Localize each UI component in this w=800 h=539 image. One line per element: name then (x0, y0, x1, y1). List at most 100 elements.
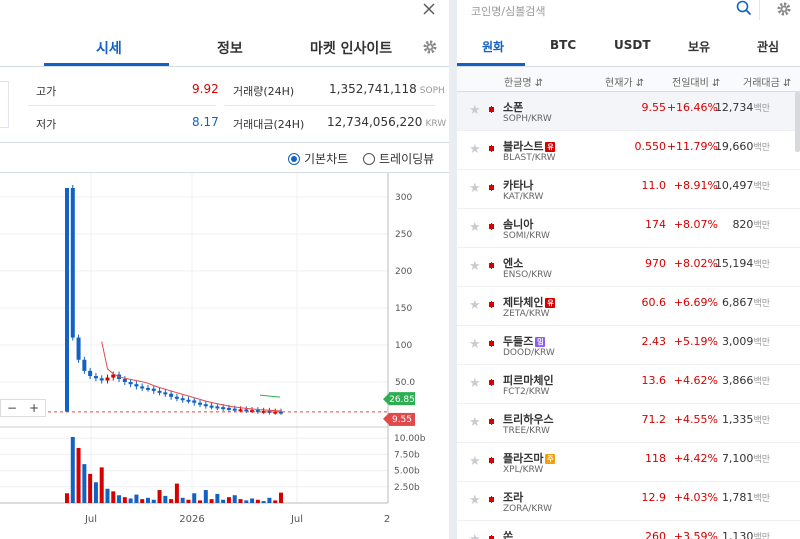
active-tab-indicator (44, 63, 169, 66)
favorite-star-icon[interactable]: ★ (469, 532, 481, 539)
coin-row[interactable]: ★ 솜니아 SOMI/KRW 174 +8.07% 820백만 (457, 209, 800, 248)
list-settings-button[interactable] (776, 1, 792, 21)
volume-tick-label: 10.00b (394, 434, 426, 444)
favorite-star-icon[interactable]: ★ (469, 142, 481, 157)
tab-btc[interactable]: BTC (550, 38, 576, 52)
coin-price: 118 (645, 452, 666, 465)
chart-mode-tradingview[interactable]: 트레이딩뷰 (363, 150, 434, 167)
settings-button[interactable] (422, 39, 438, 59)
gear-icon (777, 2, 791, 16)
volume-bar (238, 499, 243, 503)
coin-symbol: ZETA/KRW (503, 309, 550, 319)
price-chart[interactable]: 300 250 200 150 100 50.0 10.00b 7.50b 5.00b 2.50b… (0, 172, 449, 539)
volume-bar (209, 499, 214, 503)
radio-selected-icon (288, 152, 300, 165)
candle (192, 400, 197, 403)
volume-bar (169, 499, 174, 503)
coin-badge: 유 (545, 298, 556, 308)
coin-change: +6.69% (673, 296, 718, 309)
mini-candle-icon (489, 106, 494, 113)
candle (99, 378, 104, 381)
close-button[interactable] (420, 0, 438, 18)
coin-volume-unit: 백만 (753, 494, 770, 504)
coin-change: +8.91% (673, 179, 718, 192)
header-change[interactable]: 전일대비 ⇵ (672, 74, 720, 89)
high-label: 고가 (36, 85, 57, 98)
volume-bar (134, 494, 139, 503)
search-input[interactable] (469, 2, 733, 20)
coin-symbol: BLAST/KRW (503, 153, 556, 163)
coin-row[interactable]: ★ 블라스트 유 BLAST/KRW 0.550 +11.79% 19,660백만 (457, 131, 800, 170)
tab-krw[interactable]: 원화 (482, 38, 504, 55)
volume-bar (76, 447, 81, 503)
coin-symbol: KAT/KRW (503, 192, 544, 202)
header-volume[interactable]: 거래대금 ⇵ (743, 74, 791, 89)
zoom-in-button[interactable]: + (23, 400, 45, 416)
coin-row[interactable]: ★ 조라 ZORA/KRW 12.9 +4.03% 1,781백만 (457, 482, 800, 521)
coin-change: +4.62% (673, 374, 718, 387)
favorite-star-icon[interactable]: ★ (469, 493, 481, 508)
mini-candle-icon (489, 145, 494, 152)
candle (105, 377, 110, 381)
coin-badge: 주 (545, 454, 556, 464)
mini-candle-icon (489, 457, 494, 464)
candle (169, 393, 174, 397)
mini-candle-icon (489, 496, 494, 503)
time-tick-label: Jul (84, 514, 97, 525)
scrollbar[interactable] (795, 92, 800, 152)
coin-volume: 10,497 (714, 179, 754, 192)
volume-bar (174, 483, 179, 503)
favorite-star-icon[interactable]: ★ (469, 376, 481, 391)
favorite-star-icon[interactable]: ★ (469, 220, 481, 235)
coin-change: +16.46% (666, 101, 718, 114)
radio-unselected-icon (363, 152, 375, 165)
coin-volume-unit: 백만 (753, 338, 770, 348)
header-name[interactable]: 한글명 ⇵ (504, 74, 543, 89)
favorite-star-icon[interactable]: ★ (469, 103, 481, 118)
coin-row[interactable]: ★ 소폰 SOPH/KRW 9.55 +16.46% 12,734백만 (457, 92, 800, 131)
volume-bar (255, 499, 260, 503)
volume-bar (273, 500, 278, 503)
coin-row[interactable]: ★ 카타나 KAT/KRW 11.0 +8.91% 10,497백만 (457, 170, 800, 209)
search-button[interactable] (736, 0, 752, 20)
coin-row[interactable]: ★ 제타체인 유 ZETA/KRW 60.6 +6.69% 6,867백만 (457, 287, 800, 326)
favorite-star-icon[interactable]: ★ (469, 298, 481, 313)
tab-market-insight[interactable]: 마켓 인사이트 (310, 38, 392, 58)
volume-bar (192, 493, 197, 503)
candle (238, 409, 243, 412)
zoom-out-button[interactable]: − (1, 400, 23, 416)
coin-volume-unit: 백만 (753, 104, 770, 114)
tab-info[interactable]: 정보 (217, 38, 243, 58)
price-tick-label: 200 (395, 267, 412, 277)
tab-favorites[interactable]: 관심 (757, 38, 779, 55)
candle (186, 399, 191, 402)
price-chart-svg[interactable]: 300 250 200 150 100 50.0 10.00b 7.50b 5.00b 2.50b… (0, 173, 449, 539)
volume-bar (203, 490, 208, 503)
coin-row[interactable]: ★ 엔소 ENSO/KRW 970 +8.02% 15,194백만 (457, 248, 800, 287)
favorite-star-icon[interactable]: ★ (469, 454, 481, 469)
coin-volume: 12,734 (714, 101, 754, 114)
coin-name: 트리하우스 (503, 413, 554, 426)
favorite-star-icon[interactable]: ★ (469, 415, 481, 430)
coin-row[interactable]: ★ 플라즈마 주 XPL/KRW 118 +4.42% 7,100백만 (457, 443, 800, 482)
tab-usdt[interactable]: USDT (614, 38, 651, 52)
coin-row[interactable]: ★ 트리하우스 TREE/KRW 71.2 +4.55% 1,335백만 (457, 404, 800, 443)
coin-row[interactable]: ★ 쏜 260 +3.59%1,130백만 (457, 521, 800, 539)
favorite-star-icon[interactable]: ★ (469, 337, 481, 352)
mini-candle-icon (489, 418, 494, 425)
coin-row[interactable]: ★ 피르마체인 FCT2/KRW 13.6 +4.62% 3,866백만 (457, 365, 800, 404)
candle (198, 402, 203, 405)
chart-mode-basic[interactable]: 기본차트 (288, 150, 348, 167)
price-stats: 고가 9.92 저가 8.17 거래량(24H) 1,352,741,118 SO… (0, 67, 449, 143)
coin-row[interactable]: ★ 두들즈 밈 DOOD/KRW 2.43 +5.19% 3,009백만 (457, 326, 800, 365)
header-price[interactable]: 현재가 ⇵ (605, 74, 644, 89)
candle (209, 405, 214, 408)
volume-bar (128, 498, 133, 503)
volume-bar (215, 493, 220, 503)
volume-bar (279, 492, 283, 503)
favorite-star-icon[interactable]: ★ (469, 181, 481, 196)
tab-holdings[interactable]: 보유 (688, 38, 710, 55)
tab-price[interactable]: 시세 (96, 38, 122, 58)
coin-list-panel: 원화 BTC USDT 보유 관심 한글명 ⇵ 현재가 ⇵ 전일대비 ⇵ 거래대… (457, 0, 800, 539)
favorite-star-icon[interactable]: ★ (469, 259, 481, 274)
